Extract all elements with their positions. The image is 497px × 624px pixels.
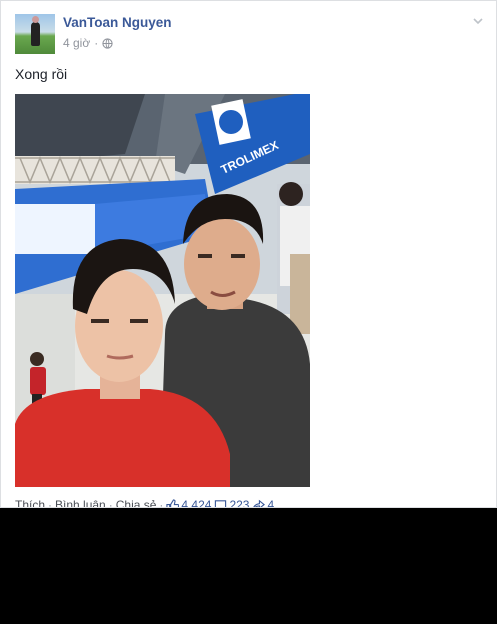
post-meta: 4 giờ · [63, 36, 113, 50]
post-actions: Thích · Bình luận · Chia sẻ · 4.424 223 … [15, 498, 275, 508]
share-link[interactable]: Chia sẻ [116, 498, 157, 507]
share-count[interactable]: 4 [252, 498, 275, 508]
like-count-value: 4.424 [181, 498, 212, 508]
action-separator: · [108, 498, 113, 508]
black-letterbox [0, 508, 497, 624]
globe-icon[interactable] [102, 37, 113, 49]
action-separator: · [159, 498, 164, 508]
meta-separator: · [94, 36, 99, 50]
share-count-value: 4 [267, 498, 275, 508]
action-separator: · [48, 498, 53, 508]
post-header: VanToan Nguyen 4 giờ · [15, 14, 485, 54]
comment-link[interactable]: Bình luận [55, 498, 106, 507]
selfie-image: TROLIMEX [15, 94, 310, 487]
post-photo[interactable]: TROLIMEX [15, 94, 310, 487]
comment-count[interactable]: 223 [214, 498, 250, 508]
post-message: Xong rồi [15, 66, 68, 82]
comment-icon [215, 499, 227, 507]
like-count[interactable]: 4.424 [166, 498, 212, 508]
author-name[interactable]: VanToan Nguyen [63, 15, 172, 30]
share-icon [253, 499, 266, 507]
thumbs-up-icon [166, 498, 180, 507]
post-time[interactable]: 4 giờ [63, 36, 90, 50]
chevron-down-icon[interactable] [471, 14, 485, 28]
post-card: VanToan Nguyen 4 giờ · Xong rồi TROLIMEX… [0, 0, 497, 508]
avatar[interactable] [15, 14, 55, 54]
like-link[interactable]: Thích [15, 498, 45, 507]
comment-count-value: 223 [229, 498, 250, 508]
